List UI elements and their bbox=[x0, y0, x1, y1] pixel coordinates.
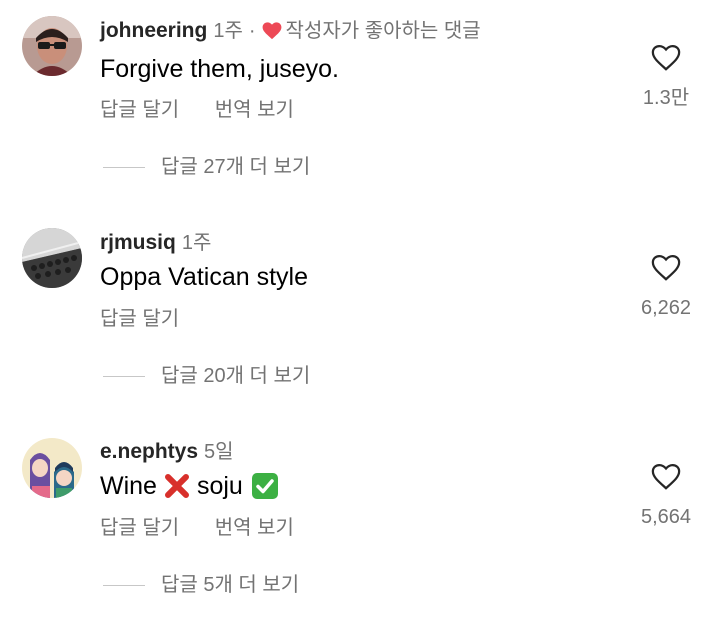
comment-time: 1주 bbox=[181, 232, 212, 254]
divider-line bbox=[103, 375, 145, 377]
like-count: 5,664 bbox=[640, 506, 692, 528]
divider-line bbox=[103, 584, 145, 586]
author-liked-heart-icon bbox=[262, 22, 281, 40]
reply-button[interactable]: 답글 달기 bbox=[100, 99, 179, 121]
liked-by-author-label: 작성자가 좋아하는 댓글 bbox=[285, 20, 481, 42]
avatar[interactable] bbox=[22, 228, 82, 288]
view-replies-button[interactable]: 답글 27개 더 보기 bbox=[103, 155, 310, 179]
like-count: 6,262 bbox=[640, 297, 692, 319]
comment-username[interactable]: johneering bbox=[100, 19, 207, 43]
avatar[interactable] bbox=[22, 438, 82, 498]
separator-dot: · bbox=[248, 20, 256, 42]
comment-text-part: soju bbox=[196, 472, 243, 500]
like-count: 1.3만 bbox=[642, 87, 690, 109]
view-replies-button[interactable]: 답글 20개 더 보기 bbox=[103, 364, 310, 388]
view-replies-label: 답글 27개 더 보기 bbox=[161, 156, 311, 178]
like-column: 6,262 bbox=[632, 254, 700, 320]
comment-username[interactable]: rjmusiq bbox=[100, 231, 176, 255]
comment-time: 5일 bbox=[204, 441, 234, 463]
reply-button[interactable]: 답글 달기 bbox=[100, 517, 179, 539]
comment-text-part: Wine bbox=[100, 472, 157, 500]
comment-actions: 답글 달기 번역 보기 bbox=[100, 516, 324, 540]
cross-mark-icon bbox=[164, 474, 189, 498]
like-column: 5,664 bbox=[632, 463, 700, 529]
reply-button[interactable]: 답글 달기 bbox=[100, 308, 179, 330]
heart-outline-icon[interactable] bbox=[651, 44, 681, 72]
profile-photo-icon bbox=[22, 228, 82, 288]
check-mark-icon bbox=[251, 473, 278, 499]
heart-outline-icon[interactable] bbox=[651, 254, 681, 282]
comment-actions: 답글 달기 번역 보기 bbox=[100, 98, 324, 122]
comment-text: Forgive them, juseyo. bbox=[100, 55, 339, 83]
profile-photo-icon bbox=[22, 16, 82, 76]
divider-line bbox=[103, 166, 145, 168]
heart-outline-icon[interactable] bbox=[651, 463, 681, 491]
translate-button[interactable]: 번역 보기 bbox=[215, 517, 294, 539]
comment-text: Wine soju bbox=[100, 471, 279, 501]
translate-button[interactable]: 번역 보기 bbox=[215, 99, 294, 121]
like-column: 1.3만 bbox=[632, 44, 700, 110]
comment-time: 1주 bbox=[213, 20, 243, 42]
comment-actions: 답글 달기 bbox=[100, 307, 209, 331]
comment-text: Oppa Vatican style bbox=[100, 263, 308, 291]
profile-photo-icon bbox=[22, 438, 82, 498]
comment-username[interactable]: e.nephtys bbox=[100, 440, 198, 464]
view-replies-label: 답글 5개 더 보기 bbox=[161, 574, 300, 596]
view-replies-label: 답글 20개 더 보기 bbox=[161, 365, 311, 387]
view-replies-button[interactable]: 답글 5개 더 보기 bbox=[103, 573, 299, 597]
avatar[interactable] bbox=[22, 16, 82, 76]
